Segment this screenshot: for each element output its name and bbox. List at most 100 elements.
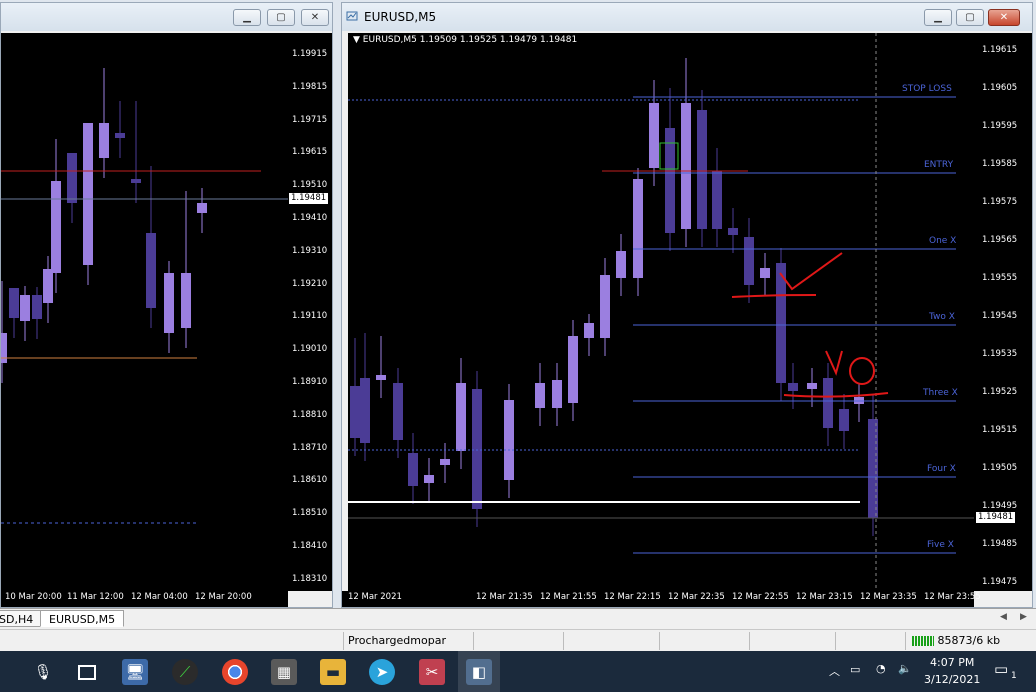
candle	[712, 171, 722, 229]
candle	[728, 228, 738, 235]
price-label: 1.18510	[292, 508, 328, 519]
price-label: 1.19535	[982, 349, 1018, 359]
calculator-icon[interactable]: ▦	[271, 659, 297, 685]
price-label: 1.19815	[292, 81, 328, 92]
level-four-x: Four X	[927, 464, 956, 474]
left-candle	[131, 179, 141, 183]
price-label: 1.19505	[982, 463, 1018, 473]
left-candle	[83, 123, 93, 265]
scroll-right-icon[interactable]: ▶	[1020, 612, 1027, 622]
status-connection: 85873/6 kb	[905, 632, 1036, 650]
candle	[568, 336, 578, 403]
candle	[616, 251, 626, 278]
show-hidden-icons[interactable]: ︿	[829, 663, 840, 679]
status-cell	[473, 632, 563, 650]
clock-date[interactable]: 3/12/2021	[924, 673, 980, 686]
annotation-o	[849, 357, 875, 385]
candle	[584, 323, 594, 338]
close-button[interactable]: ✕	[301, 9, 329, 26]
candle	[535, 383, 545, 408]
clock-time[interactable]: 4:07 PM	[930, 656, 974, 669]
time-label: 11 Mar 12:00	[67, 592, 124, 602]
annotation-underline	[783, 392, 889, 398]
left-candle	[181, 273, 191, 328]
battery-icon[interactable]: ▭	[850, 663, 860, 676]
chart-tabs: SD,H4 EURUSD,M5 ◀ ▶	[0, 608, 1036, 629]
level-five-x: Five X	[927, 540, 954, 550]
candle	[552, 380, 562, 408]
chart-window-icon	[346, 11, 358, 21]
price-label: 1.19510	[292, 180, 328, 191]
price-label: 1.19475	[982, 577, 1018, 587]
file-explorer-icon[interactable]: ▬	[320, 659, 346, 685]
candle	[744, 237, 754, 285]
chart-header: ▼ EURUSD,M5 1.19509 1.19525 1.19479 1.19…	[353, 35, 578, 45]
minimize-button[interactable]: ▁	[924, 9, 952, 26]
price-label: 1.19615	[982, 45, 1018, 55]
left-candle	[115, 133, 125, 138]
left-candle	[32, 295, 42, 319]
tab-sd-h4[interactable]: SD,H4	[0, 610, 42, 627]
left-chart-canvas[interactable]	[1, 33, 288, 591]
task-view-icon[interactable]	[74, 659, 100, 685]
level-one-x: One X	[929, 236, 957, 246]
candle	[760, 268, 770, 278]
candle	[649, 103, 659, 168]
left-candle	[20, 295, 30, 321]
time-label: 12 Mar 2021	[348, 592, 402, 602]
price-label: 1.19595	[982, 121, 1018, 131]
price-label: 1.18410	[292, 541, 328, 551]
price-label: 1.19410	[292, 213, 328, 223]
price-label: 1.19110	[292, 311, 328, 322]
status-bar: Prochargedmopar 85873/6 kb	[0, 629, 1036, 652]
price-label: 1.19210	[292, 278, 328, 289]
status-cell	[563, 632, 659, 650]
level-two-x: Two X	[929, 312, 955, 322]
level-three-x: Three X	[923, 388, 958, 398]
chart-header-text: EURUSD,M5 1.19509 1.19525 1.19479 1.1948…	[362, 35, 578, 45]
notifications-count: 1	[1011, 671, 1017, 681]
price-label: 1.18910	[292, 377, 328, 387]
time-label: 12 Mar 22:55	[732, 592, 789, 602]
price-label: 1.19545	[982, 311, 1018, 321]
annotation-underline	[731, 294, 817, 298]
status-profile: Prochargedmopar	[343, 632, 473, 650]
time-label: 12 Mar 22:15	[604, 592, 661, 602]
candle	[600, 275, 610, 338]
left-candle	[67, 153, 77, 203]
connection-text: 85873/6 kb	[937, 634, 1001, 647]
microphone-icon[interactable]: 🎙	[30, 659, 56, 685]
candle	[376, 375, 386, 380]
minimize-button[interactable]: ▁	[233, 9, 261, 26]
right-window-title: EURUSD,M5	[364, 10, 437, 24]
tools-app-icon[interactable]: ✂	[419, 659, 445, 685]
price-label: 1.19585	[982, 159, 1018, 169]
left-candle	[51, 181, 61, 273]
price-label: 1.19565	[982, 235, 1018, 245]
scroll-left-icon[interactable]: ◀	[1000, 612, 1007, 622]
windows-taskbar: 🎙 🖥 ⟋ ▦ ▬ ➤ ✂ ◧ ︿ ▭ ◔ 🔈 4:07 PM 3/12/202…	[0, 651, 1036, 692]
price-label: 1.19605	[982, 83, 1018, 93]
time-label: 12 Mar 21:35	[476, 592, 533, 602]
close-button[interactable]: ✕	[988, 9, 1020, 26]
right-candles	[348, 33, 974, 591]
computer-app-icon[interactable]: 🖥	[122, 659, 148, 685]
candle	[472, 389, 482, 509]
maximize-button[interactable]: ▢	[267, 9, 295, 26]
left-candle	[43, 269, 53, 303]
wifi-icon[interactable]: ◔	[876, 662, 886, 675]
notifications-icon[interactable]: ▭	[994, 660, 1008, 678]
maximize-button[interactable]: ▢	[956, 9, 984, 26]
candle	[424, 475, 434, 483]
telegram-icon[interactable]: ➤	[369, 659, 395, 685]
right-current-price-tag: 1.19481	[976, 512, 1016, 523]
price-label: 1.19485	[982, 539, 1018, 549]
right-chart-canvas[interactable]: ▼ EURUSD,M5 1.19509 1.19525 1.19479 1.19…	[348, 33, 974, 591]
tab-eurusd-m5[interactable]: EURUSD,M5	[40, 610, 124, 627]
chrome-icon[interactable]	[222, 659, 248, 685]
price-label: 1.19010	[292, 344, 328, 355]
price-label: 1.18610	[292, 475, 328, 486]
candle	[681, 103, 691, 229]
volume-icon[interactable]: 🔈	[898, 662, 912, 675]
green-app-icon[interactable]: ⟋	[172, 659, 198, 685]
